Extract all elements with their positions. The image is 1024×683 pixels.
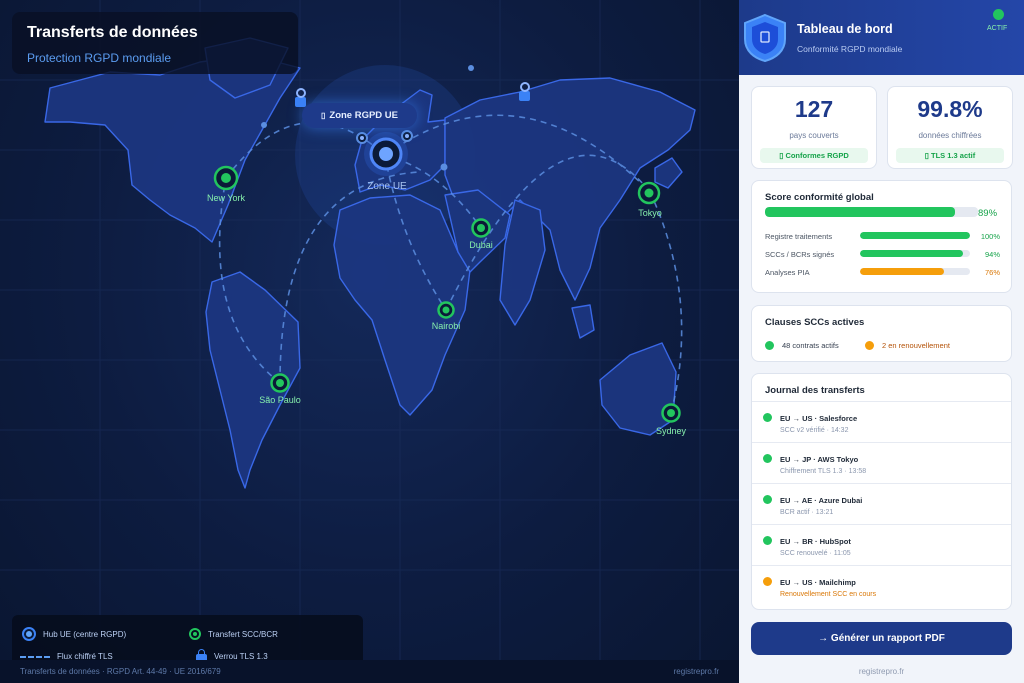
generate-pdf-button[interactable]: → Générer un rapport PDF [751, 622, 1012, 655]
hub-icon [22, 627, 36, 641]
shield-icon: ▯ [320, 111, 326, 120]
legend-item-hub: Hub UE (centre RGPD) [22, 627, 126, 641]
island-japan [654, 157, 683, 189]
dashboard-panel: Tableau de bord Conformité RGPD mondiale… [739, 0, 1024, 683]
score-main-value: 89% [978, 208, 998, 219]
city-label-tokyo: Tokyo [638, 208, 662, 218]
city-label-nairobi: Nairobi [431, 321, 461, 331]
score-row-registry: Registre traitements 100% [765, 232, 1000, 241]
eu-hub-marker [364, 132, 408, 176]
score-title: Score conformité global [765, 192, 874, 203]
map-legend: Hub UE (centre RGPD) Transfert SCC/BCR F… [12, 615, 363, 663]
footer-caption: Transferts de données · RGPD Art. 44-49 … [20, 667, 221, 676]
status-label: ACTIF [987, 25, 1008, 32]
city-label-new-york: New York [206, 193, 246, 203]
panel-footer: registrepro.fr [858, 667, 905, 676]
continent-australia [599, 342, 677, 436]
stat-value: 99.8% [917, 96, 983, 122]
status-badge: ▯ TLS 1.3 actif [896, 148, 1004, 163]
transfer-node-icon [189, 628, 201, 640]
map-title: Transferts de données [27, 24, 198, 41]
map-subtitle: Protection RGPD mondiale [27, 51, 172, 65]
map-title-card: Transferts de données Protection RGPD mo… [12, 12, 298, 74]
stat-card-countries: 127 pays couverts ▯ Conformes RGPD [751, 86, 877, 169]
eu-hub-label: Zone UE [367, 181, 407, 192]
score-row-pia: Analyses PIA 76% [765, 268, 1000, 277]
dashboard-title: Tableau de bord [797, 22, 893, 36]
list-item[interactable]: EU → US · Mailchimp Renouvellement SCC e… [752, 565, 1011, 606]
city-label-sydney: Sydney [655, 426, 687, 436]
dashboard-header: Tableau de bord Conformité RGPD mondiale… [739, 0, 1024, 75]
stat-label: pays couverts [789, 131, 839, 140]
clauses-title: Clauses SCCs actives [765, 317, 865, 328]
clauses-active: 48 contrats actifs [765, 341, 839, 350]
eu-zone-pill[interactable]: ▯ Zone RGPD UE [302, 103, 417, 128]
legend-item-scc: Transfert SCC/BCR [189, 628, 278, 640]
dashed-line-icon [20, 655, 50, 658]
stat-card-encryption: 99.8% données chiffrées ▯ TLS 1.3 actif [887, 86, 1013, 169]
shield-icon [744, 13, 786, 63]
journal-title: Journal des transferts [765, 385, 865, 396]
stat-label: données chiffrées [918, 131, 982, 140]
island-indonesia [571, 304, 595, 339]
list-item[interactable]: EU → BR · HubSpot SCC renouvelé · 11:05 [752, 524, 1011, 565]
compliance-score-card: Score conformité global 89% Registre tra… [751, 180, 1012, 293]
city-label-sao-paulo: São Paulo [259, 395, 301, 405]
score-main-bar [765, 207, 978, 217]
city-label-dubai: Dubai [469, 240, 493, 250]
footer-site: registrepro.fr [673, 667, 719, 676]
transfer-log-card: Journal des transferts EU → US · Salesfo… [751, 373, 1012, 610]
status-badge: ▯ Conformes RGPD [760, 148, 868, 163]
list-item[interactable]: EU → AE · Azure Dubai BCR actif · 13:21 [752, 483, 1011, 524]
stat-value: 127 [794, 96, 834, 122]
score-row-scc: SCCs / BCRs signés 94% [765, 250, 1000, 259]
legend-hub-label: Hub UE (centre RGPD) [43, 629, 127, 639]
lock-icon [519, 82, 530, 101]
legend-scc-label: Transfert SCC/BCR [208, 629, 278, 639]
clauses-renewal: 2 en renouvellement [865, 341, 950, 350]
eu-zone-pill-label: Zone RGPD UE [329, 110, 399, 121]
list-item[interactable]: EU → JP · AWS Tokyo Chiffrement TLS 1.3 … [752, 442, 1011, 483]
map-footer: Transferts de données · RGPD Art. 44-49 … [0, 660, 739, 683]
score-main-bar-fill [765, 207, 955, 217]
dashboard-subtitle: Conformité RGPD mondiale [797, 44, 903, 54]
world-map-panel: Transferts de données Protection RGPD mo… [0, 0, 739, 683]
scc-clauses-card: Clauses SCCs actives 48 contrats actifs … [751, 305, 1012, 362]
list-item[interactable]: EU → US · Salesforce SCC v2 vérifié · 14… [752, 401, 1011, 442]
status-indicator [993, 9, 1004, 20]
